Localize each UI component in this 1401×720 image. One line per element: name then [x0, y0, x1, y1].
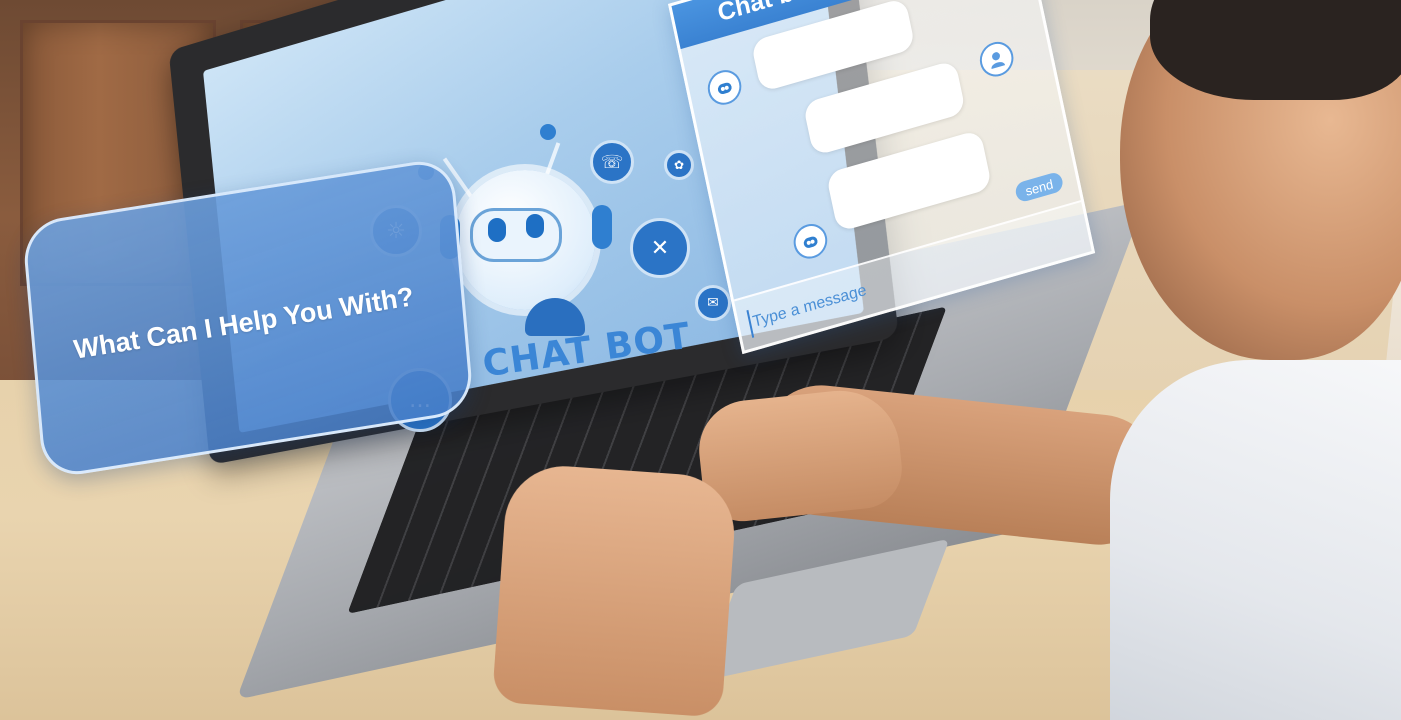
robot-icon	[803, 236, 818, 248]
person-hair	[1150, 0, 1401, 100]
robot-face	[470, 208, 562, 262]
phone-chat-icon: ☏	[590, 140, 634, 184]
mail-icon: ✉	[695, 285, 731, 321]
robot-antenna-tip	[540, 124, 556, 140]
bot-avatar-icon	[790, 219, 831, 263]
robot-eye	[526, 214, 544, 238]
brain-icon: ✿	[664, 150, 694, 180]
photo-scene: CHAT BOT ☼ ☏ ✿ ✕ ✉ … What Can I Help You…	[0, 0, 1401, 720]
robot-icon	[717, 82, 732, 95]
user-avatar-icon	[976, 37, 1017, 81]
send-button[interactable]: send	[1013, 170, 1065, 204]
person-shirt	[1110, 360, 1401, 720]
tools-icon: ✕	[630, 218, 690, 278]
robot-eye	[488, 218, 506, 242]
robot-ear	[592, 205, 612, 249]
user-icon	[991, 52, 1006, 69]
person-left-hand	[491, 462, 739, 718]
bot-avatar-icon	[704, 66, 745, 109]
